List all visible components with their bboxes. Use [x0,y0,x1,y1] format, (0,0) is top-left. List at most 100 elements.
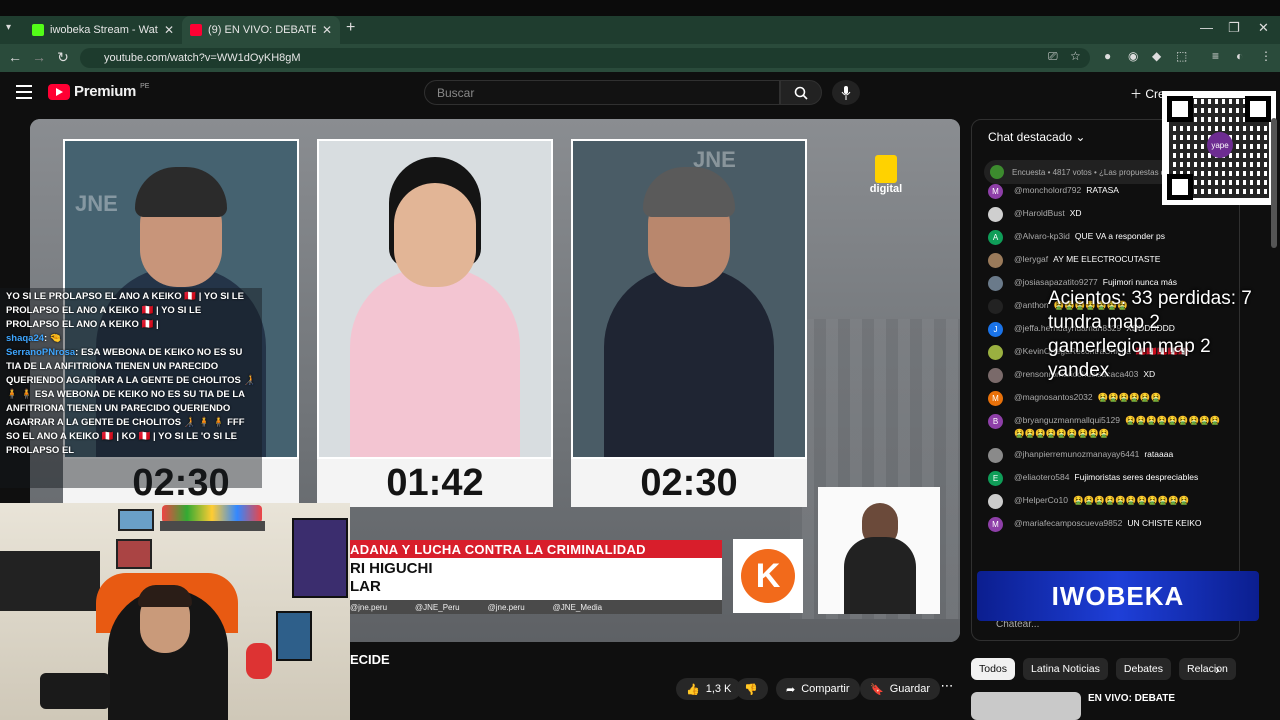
chat-username[interactable]: @HelperCo10 [1014,495,1068,505]
avatar[interactable]: M [988,184,1003,199]
chat-message: M @magnosantos2032 🤮🤮🤮🤮🤮🤮 [988,391,1228,406]
puzzle-icon[interactable]: ⬚ [1176,49,1187,63]
channel-k-logo: K [733,539,803,613]
youtube-play-icon [48,83,70,100]
avatar[interactable] [988,207,1003,222]
chat-text: 🤮🤮🤮🤮🤮🤮 [1097,392,1162,402]
share-button[interactable]: ➦ Compartir [776,678,860,700]
save-button[interactable]: 🔖 Guardar [860,678,941,700]
avatar[interactable]: M [988,517,1003,532]
wall-shelf [160,521,265,531]
recommended-title[interactable]: EN VIVO: DEBATE [1088,693,1175,704]
avatar[interactable] [988,345,1003,360]
bookmark-star-icon[interactable]: ☆ [1070,49,1081,63]
search-button[interactable] [780,80,822,105]
extension-icon[interactable]: ● [1104,49,1111,63]
sign-language-interpreter [818,487,940,614]
chat-username[interactable]: @magnosantos2032 [1014,392,1093,402]
recommended-thumbnail[interactable] [971,692,1081,720]
chip-todos[interactable]: Todos [971,658,1016,680]
reload-icon[interactable]: ↻ [54,49,72,66]
chip-latina-noticias[interactable]: Latina Noticias [1023,658,1108,680]
chat-text: XD [1069,208,1082,218]
close-tab-icon[interactable]: ✕ [322,23,332,37]
chat-username[interactable]: @bryanguzmanmallqui5129 [1014,415,1120,425]
chat-message-body: @HelperCo10 🤮🤮🤮🤮🤮🤮🤮🤮🤮🤮🤮 [1014,494,1189,507]
cast-icon[interactable]: ⎚ [1048,49,1058,64]
avatar[interactable]: B [988,414,1003,429]
chat-username[interactable]: @mariafecamposcueva9852 [1014,518,1122,528]
avatar[interactable]: M [988,391,1003,406]
maximize-button[interactable]: ❐ [1228,20,1240,36]
kebab-menu-icon[interactable]: ⋮ [1260,49,1272,63]
dislike-button[interactable]: 👎 [736,678,768,700]
avatar[interactable] [988,253,1003,268]
chat-message: @HaroldBust XD [988,207,1228,222]
back-arrow-icon[interactable]: ← [6,49,24,65]
mic-icon [841,85,851,100]
avatar[interactable] [988,494,1003,509]
chevron-right-icon[interactable]: › [1215,661,1220,677]
chat-username[interactable]: @HaroldBust [1014,208,1065,218]
avatar[interactable] [988,276,1003,291]
voice-search-button[interactable] [832,80,860,105]
create-button[interactable]: ＋ Cre [1130,85,1165,102]
extension-icon[interactable]: ◉ [1128,49,1138,63]
avatar[interactable] [988,299,1003,314]
avatar[interactable]: A [988,230,1003,245]
menu-hamburger-icon[interactable] [16,85,32,99]
chip-debates[interactable]: Debates [1115,658,1172,680]
extension-icon[interactable]: ◆ [1152,49,1161,63]
bookmark-icon: 🔖 [870,683,884,696]
media-icon[interactable]: ≡ [1212,49,1219,63]
youtube-premium-logo[interactable]: Premium PE [48,83,149,100]
chat-message: @lerygaf AY ME ELECTROCUTASTE [988,253,1228,268]
tab-title: (9) EN VIVO: DEBATE PRESI [208,24,316,36]
close-window-button[interactable]: ✕ [1258,20,1269,36]
chat-username[interactable]: @moncholord792 [1014,185,1081,195]
chat-message: B @bryanguzmanmallqui5129 🤮🤮🤮🤮🤮🤮🤮🤮🤮🤮🤮🤮🤮🤮🤮🤮… [988,414,1228,440]
search-input[interactable]: Buscar [424,80,780,105]
page-scrollbar[interactable] [1271,118,1277,248]
overlay-chat-text: : ESA WEBONA DE KEIKO NO ES SU TIA DE LA… [6,347,256,428]
microphone [40,673,110,709]
minimize-button[interactable]: — [1200,20,1213,35]
chip-relacionados[interactable]: Relacion [1179,658,1236,680]
tab-search-icon[interactable]: ▾ [6,22,22,38]
chat-username[interactable]: @jhanpierremunozmanayay6441 [1014,449,1139,459]
chat-username[interactable]: @lerygaf [1014,254,1048,264]
jne-watermark: JNE [75,191,118,216]
like-button[interactable]: 👍 1,3 K [676,678,742,700]
avatar[interactable]: J [988,322,1003,337]
browser-tab-2[interactable]: (9) EN VIVO: DEBATE PRESI ✕ [182,16,340,44]
chat-message-body: @bryanguzmanmallqui5129 🤮🤮🤮🤮🤮🤮🤮🤮🤮🤮🤮🤮🤮🤮🤮🤮🤮… [1014,414,1228,440]
browser-tab-1[interactable]: iwobeka Stream - Watch Live o ✕ [24,16,182,44]
avatar[interactable] [988,448,1003,463]
chat-message-body: @Alvaro-kp3id QUE VA a responder ps [1014,230,1165,243]
close-tab-icon[interactable]: ✕ [164,23,174,37]
share-icon: ➦ [786,683,796,696]
profile-avatar[interactable]: ◐ [1236,49,1243,63]
url-bar[interactable]: youtube.com/watch?v=WW1dOyKH8gM [80,48,1090,68]
wall-poster [292,518,348,598]
stream-overlay-chat: YO SI LE PROLAPSO EL ANO A KEIKO 🇵🇪 | YO… [0,288,262,488]
chat-mode-dropdown[interactable]: Chat destacado ⌄ [988,130,1085,144]
new-tab-button[interactable]: + [346,19,355,37]
avatar[interactable]: E [988,471,1003,486]
qr-finder [1245,96,1271,122]
youtube-favicon-icon [190,24,202,36]
chat-username[interactable]: @eliaotero584 [1014,472,1069,482]
interpreter-body [844,537,916,614]
social-x: @JNE_Peru [415,602,460,612]
chat-username[interactable]: @josiasapazatito9277 [1014,277,1098,287]
forward-arrow-icon[interactable]: → [30,49,48,65]
chat-username[interactable]: @anthon [1014,300,1049,310]
more-actions-button[interactable]: ⋯ [935,678,959,700]
chat-text: Fujimori nunca más [1102,277,1177,287]
avatar[interactable] [988,368,1003,383]
social-instagram: @jne.peru [350,602,388,612]
yape-qr-code: yape [1162,91,1276,205]
chat-username[interactable]: @Alvaro-kp3id [1014,231,1070,241]
wall-frame [118,509,154,531]
stats-line: yandex [1048,360,1110,381]
